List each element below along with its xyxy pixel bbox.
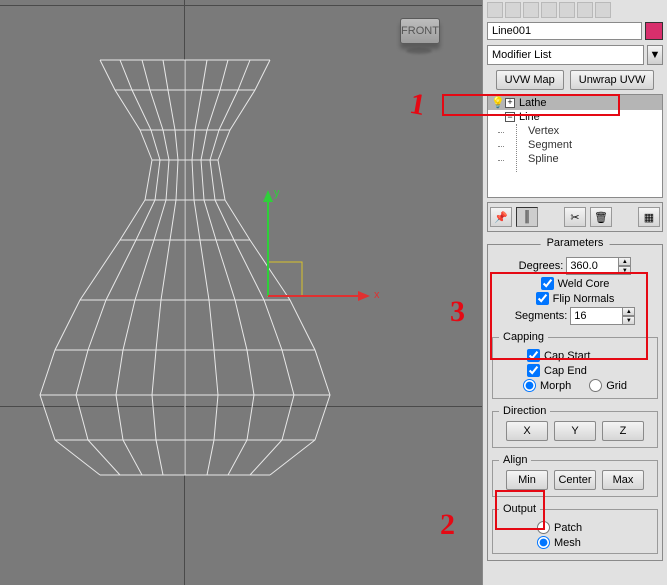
flip-normals-label: Flip Normals (553, 293, 615, 305)
capping-group: Capping Cap Start Cap End Morph Grid (492, 331, 658, 399)
mesh-label: Mesh (554, 537, 581, 549)
weld-core-label: Weld Core (558, 278, 610, 290)
segments-input[interactable] (570, 307, 622, 325)
stack-sub-label: Spline (528, 153, 559, 165)
flip-normals-checkbox[interactable] (536, 292, 549, 305)
weld-core-checkbox[interactable] (541, 277, 554, 290)
cap-end-label: Cap End (544, 365, 587, 377)
direction-title: Direction (499, 405, 550, 417)
show-end-result-button[interactable]: ║ (516, 207, 538, 227)
cap-end-checkbox[interactable] (527, 364, 540, 377)
modifier-list-dropdown-button[interactable]: ▼ (647, 45, 663, 65)
segments-spinner[interactable]: ▲▼ (570, 307, 635, 325)
segments-label: Segments: (515, 310, 568, 322)
parameters-rollout: Parameters Degrees: ▲▼ Weld Core Flip No… (487, 244, 663, 561)
align-max-button[interactable]: Max (602, 470, 644, 490)
pin-stack-button[interactable]: 📌 (490, 207, 512, 227)
stack-sub-segment[interactable]: Segment (488, 138, 662, 152)
make-unique-button[interactable]: ✂ (564, 207, 586, 227)
modifier-list-label: Modifier List (492, 49, 551, 61)
align-title: Align (499, 454, 531, 466)
spinner-up-icon[interactable]: ▲ (618, 257, 631, 266)
output-group: Output Patch Mesh (492, 503, 658, 554)
grid-label: Grid (606, 380, 627, 392)
patch-radio[interactable] (537, 521, 550, 534)
viewport[interactable]: FRONT (0, 0, 482, 585)
degrees-input[interactable] (566, 257, 618, 275)
collapse-icon[interactable]: − (505, 112, 515, 122)
cap-start-checkbox[interactable] (527, 349, 540, 362)
degrees-spinner[interactable]: ▲▼ (566, 257, 631, 275)
stack-sub-vertex[interactable]: Vertex (488, 124, 662, 138)
parameters-title: Parameters (541, 237, 610, 249)
axis-y-label: y (274, 187, 280, 199)
stack-item-line[interactable]: − Line (488, 110, 662, 124)
unwrap-uvw-button[interactable]: Unwrap UVW (570, 70, 655, 90)
patch-label: Patch (554, 522, 582, 534)
stack-sub-label: Vertex (528, 125, 559, 137)
direction-z-button[interactable]: Z (602, 421, 644, 441)
stack-sub-spline[interactable]: Spline (488, 152, 662, 166)
align-min-button[interactable]: Min (506, 470, 548, 490)
morph-label: Morph (540, 380, 571, 392)
lightbulb-icon[interactable]: 💡 (491, 96, 501, 109)
grid-radio[interactable] (589, 379, 602, 392)
stack-toolbar: 📌 ║ ✂ 🗑 ▦ (487, 202, 663, 232)
output-title: Output (499, 503, 540, 515)
direction-group: Direction X Y Z (492, 405, 658, 448)
command-panel: Modifier List ▼ UVW Map Unwrap UVW 💡 + L… (482, 0, 667, 585)
modifier-list-dropdown[interactable]: Modifier List (487, 45, 644, 65)
direction-x-button[interactable]: X (506, 421, 548, 441)
expand-icon[interactable]: + (505, 98, 515, 108)
spinner-down-icon[interactable]: ▼ (618, 266, 631, 275)
align-group: Align Min Center Max (492, 454, 658, 497)
transform-gizmo[interactable]: y x (0, 0, 482, 585)
stack-item-label: Line (519, 111, 540, 123)
stack-item-label: Lathe (519, 97, 547, 109)
align-center-button[interactable]: Center (554, 470, 596, 490)
spinner-up-icon[interactable]: ▲ (622, 307, 635, 316)
uvw-map-button[interactable]: UVW Map (496, 70, 564, 90)
morph-radio[interactable] (523, 379, 536, 392)
stack-sub-label: Segment (528, 139, 572, 151)
object-color-swatch[interactable] (645, 22, 663, 40)
mesh-radio[interactable] (537, 536, 550, 549)
direction-y-button[interactable]: Y (554, 421, 596, 441)
object-name-field[interactable] (487, 22, 642, 40)
cap-start-label: Cap Start (544, 350, 590, 362)
remove-modifier-button[interactable]: 🗑 (590, 207, 612, 227)
spinner-down-icon[interactable]: ▼ (622, 316, 635, 325)
panel-tabs[interactable] (487, 2, 663, 18)
stack-item-lathe[interactable]: 💡 + Lathe (488, 95, 662, 110)
configure-sets-button[interactable]: ▦ (638, 207, 660, 227)
capping-title: Capping (499, 331, 548, 343)
axis-x-label: x (374, 289, 380, 301)
degrees-label: Degrees: (519, 260, 564, 272)
modifier-stack[interactable]: 💡 + Lathe − Line Vertex Segment Spline (487, 94, 663, 198)
